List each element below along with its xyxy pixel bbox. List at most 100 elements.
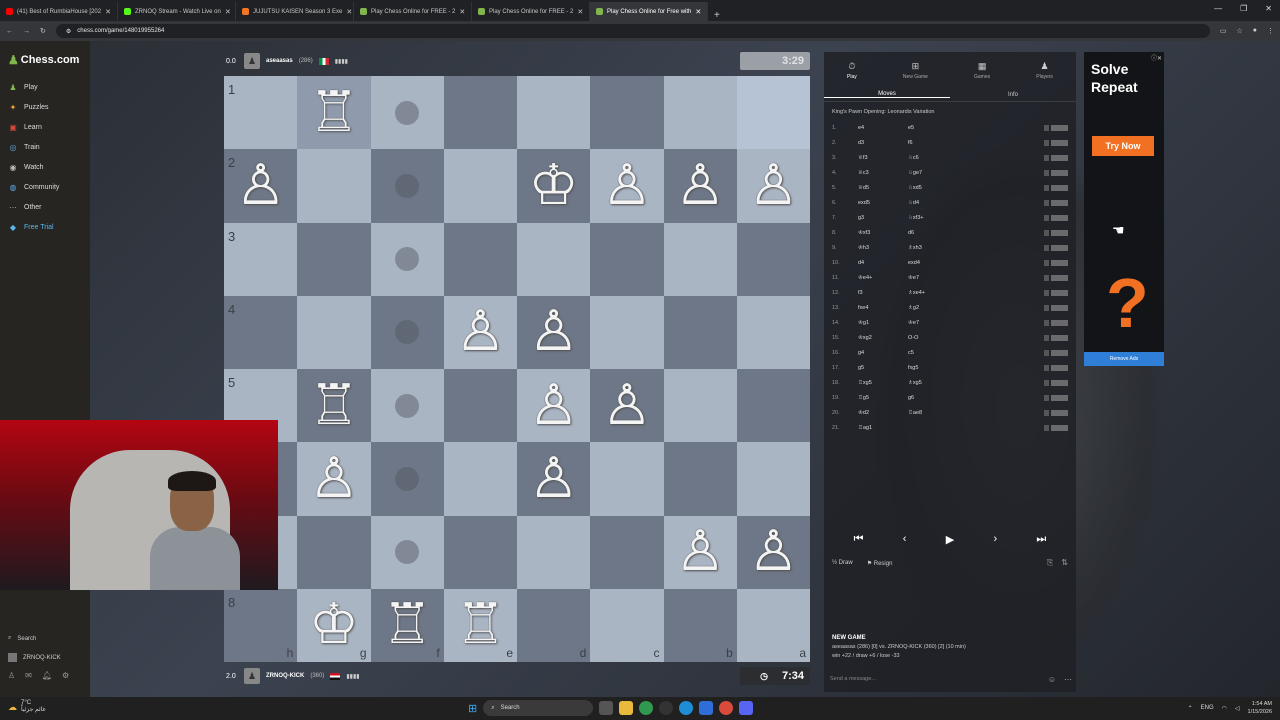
legal-move-dot[interactable] (395, 100, 420, 125)
board-square[interactable] (736, 76, 810, 150)
black-move[interactable]: exd4 (908, 260, 958, 266)
white-pawn-piece[interactable]: ♙ (675, 157, 725, 214)
windows-start-icon[interactable]: ⊞ (468, 702, 477, 715)
white-pawn-piece[interactable]: ♙ (675, 524, 725, 580)
chesscom-logo[interactable]: ♟ Chess.com (8, 53, 79, 67)
sidebar-item-learn[interactable]: ▣ Learn (8, 117, 88, 137)
board-square[interactable] (443, 442, 517, 516)
volume-icon[interactable]: ◁ (1235, 705, 1240, 712)
white-move[interactable]: ♕d5 (858, 185, 908, 191)
friends-icon[interactable]: ♙ (8, 671, 15, 680)
edge-icon[interactable] (679, 701, 694, 715)
chrome-2-icon[interactable] (719, 701, 734, 715)
flip-board-icon[interactable]: ⇅ (1061, 558, 1068, 568)
white-move[interactable]: d3 (858, 140, 908, 146)
black-move[interactable]: ♖ae8 (908, 410, 958, 416)
white-move[interactable]: ♖ag1 (858, 425, 908, 431)
forward-icon[interactable]: → (23, 28, 30, 35)
black-move[interactable]: ♗xe4+ (908, 290, 958, 296)
white-move[interactable]: g5 (858, 365, 908, 371)
white-king-piece[interactable]: ♔ (309, 597, 359, 653)
weather-widget[interactable]: ☁ 7°C غائم جزئياً (8, 700, 46, 714)
white-move[interactable]: ♕c3 (858, 170, 908, 176)
board-square[interactable] (590, 515, 664, 589)
white-pawn-piece[interactable]: ♙ (236, 157, 286, 214)
board-square[interactable] (297, 222, 371, 296)
white-move[interactable]: e4 (858, 125, 908, 131)
tab-close-icon[interactable]: ✕ (105, 8, 111, 16)
board-square[interactable] (297, 295, 371, 369)
sidebar-item-train[interactable]: ◎ Train (8, 137, 88, 157)
white-pawn-piece[interactable]: ♙ (602, 157, 652, 214)
browser-tab[interactable]: (41) Best of RumbiaHouse [202 ✕ (0, 2, 118, 21)
legal-move-dot[interactable] (395, 540, 420, 565)
taskbar-search[interactable]: ⌕ Search (483, 700, 594, 716)
file-explorer-icon[interactable] (619, 701, 634, 715)
browser-tab[interactable]: JUJUTSU KAISEN Season 3 Exe ✕ (236, 2, 354, 21)
white-move[interactable]: ♖xg5 (858, 380, 908, 386)
tab-moves[interactable]: Moves (824, 91, 950, 98)
board-square[interactable] (517, 76, 591, 150)
board-square[interactable]: 3 (224, 222, 298, 296)
tab-close-icon[interactable]: ✕ (695, 8, 701, 16)
board-square[interactable] (736, 295, 810, 369)
black-move[interactable]: c5 (908, 350, 958, 356)
tab-close-icon[interactable]: ✕ (577, 8, 583, 16)
white-move[interactable]: g4 (858, 350, 908, 356)
white-move[interactable]: ♔g1 (858, 320, 908, 326)
wifi-icon[interactable]: ◠ (1222, 705, 1227, 712)
board-square[interactable]: ♙ (517, 295, 591, 369)
board-square[interactable] (590, 76, 664, 150)
chess-board[interactable]: 1♖2♙♔♙♙♙34♙♙5♖♙♙6♙♙7♙♙8hg♔f♖e♖dcba (224, 76, 810, 662)
ad-try-now-button[interactable]: Try Now (1092, 136, 1154, 156)
black-move[interactable]: ♗xh3 (908, 245, 958, 251)
board-square[interactable] (370, 369, 444, 443)
chat-more-icon[interactable]: ⋯ (1064, 675, 1072, 684)
sidebar-item-watch[interactable]: ◉ Watch (8, 157, 88, 177)
black-move[interactable]: fxg5 (908, 365, 958, 371)
white-pawn-piece[interactable]: ♙ (748, 524, 798, 580)
board-square[interactable]: ♙ (297, 442, 371, 516)
black-move[interactable]: ♔e7 (908, 275, 958, 281)
black-move[interactable]: ♘xd5 (908, 185, 958, 191)
board-square[interactable] (370, 222, 444, 296)
emoji-icon[interactable]: ☺ (1048, 675, 1056, 684)
next-move-button[interactable]: › (993, 533, 997, 545)
advertisement[interactable]: ⓘ✕ Solve Repeat Try Now ☚ ? Remove Ads (1084, 52, 1164, 366)
black-move[interactable]: ♗g2 (908, 305, 958, 311)
board-square[interactable]: ♙ (517, 369, 591, 443)
board-square[interactable] (663, 222, 737, 296)
site-info-icon[interactable]: ⚙ (66, 28, 71, 35)
task-view-icon[interactable] (599, 701, 614, 715)
sidebar-item-community[interactable]: ◍ Community (8, 177, 88, 197)
lang-indicator[interactable]: ENG (1201, 705, 1214, 711)
url-field[interactable]: ⚙ chess.com/game/148019955264 (55, 24, 1210, 38)
board-square[interactable]: 4 (224, 295, 298, 369)
board-square[interactable]: a (736, 588, 810, 662)
board-square[interactable] (370, 515, 444, 589)
white-move[interactable]: ♔xg2 (858, 335, 908, 341)
board-square[interactable] (297, 149, 371, 223)
browser-tab[interactable]: Play Chess Online for FREE - 2 ✕ (354, 2, 472, 21)
board-square[interactable] (663, 442, 737, 516)
board-square[interactable] (663, 295, 737, 369)
board-square[interactable] (736, 442, 810, 516)
black-move[interactable]: d6 (908, 230, 958, 236)
legal-move-dot[interactable] (395, 320, 420, 345)
tab-close-icon[interactable]: ✕ (459, 8, 465, 16)
chat-input[interactable]: Send a message... ☺ ⋯ (828, 672, 1072, 686)
white-move[interactable]: g3 (858, 215, 908, 221)
browser-tab[interactable]: Play Chess Online for FREE - 2 ✕ (472, 2, 590, 21)
white-pawn-piece[interactable]: ♙ (529, 450, 579, 507)
resign-button[interactable]: ⚑ Resign (867, 560, 893, 567)
board-square[interactable] (590, 295, 664, 369)
legal-move-dot[interactable] (395, 247, 420, 272)
previous-move-button[interactable]: ‹ (903, 533, 907, 545)
board-square[interactable]: d (517, 588, 591, 662)
panel-tab-games[interactable]: ▦ Games (974, 61, 990, 80)
top-player-name[interactable]: aseaasas (266, 58, 293, 64)
white-rook-piece[interactable]: ♖ (455, 597, 505, 653)
board-square[interactable]: g ♔ (297, 588, 371, 662)
play-moves-button[interactable]: ▶ (946, 533, 954, 546)
first-move-button[interactable]: ⏮︎ (854, 533, 864, 546)
